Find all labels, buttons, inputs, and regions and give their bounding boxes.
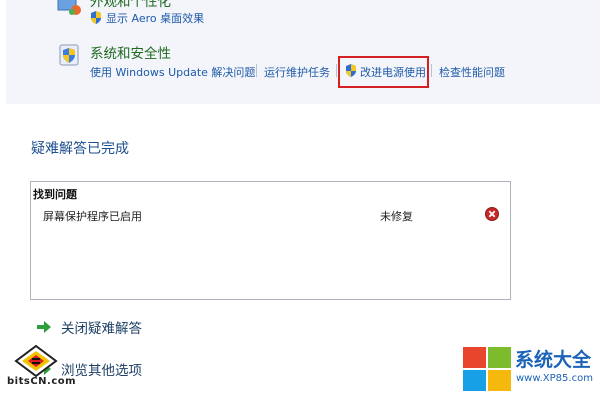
uac-shield-icon	[91, 11, 101, 24]
close-troubleshooting-link[interactable]: 关闭疑难解答	[61, 317, 142, 337]
windows-logo	[463, 347, 511, 391]
arrow-right-icon	[37, 321, 51, 333]
link-separator	[431, 64, 432, 77]
system-security-icon	[59, 44, 79, 66]
error-icon	[485, 207, 499, 221]
xp85-watermark-title: 系统大全	[515, 349, 592, 371]
system-security-title[interactable]: 系统和安全性	[90, 42, 171, 62]
link-maintenance[interactable]: 运行维护任务	[264, 64, 330, 80]
results-header: 找到问题	[33, 188, 77, 201]
bitscn-logo	[14, 344, 58, 378]
problem-name: 屏幕保护程序已启用	[43, 210, 142, 223]
appearance-icon	[57, 0, 81, 15]
link-windows-update[interactable]: 使用 Windows Update 解决问题	[90, 64, 255, 80]
results-panel	[30, 181, 511, 300]
link-separator	[256, 64, 257, 77]
link-aero-effects[interactable]: 显示 Aero 桌面效果	[106, 10, 204, 26]
problem-status: 未修复	[380, 210, 413, 223]
appearance-title[interactable]: 外观和个性化	[90, 0, 171, 10]
link-separator	[336, 64, 337, 77]
xp85-watermark-url: www.XP85.com	[516, 373, 593, 384]
page-title: 疑难解答已完成	[31, 141, 129, 157]
bitscn-watermark: bitsCN.com	[7, 376, 77, 387]
link-performance[interactable]: 检查性能问题	[439, 64, 505, 80]
power-link-highlight	[338, 56, 429, 88]
